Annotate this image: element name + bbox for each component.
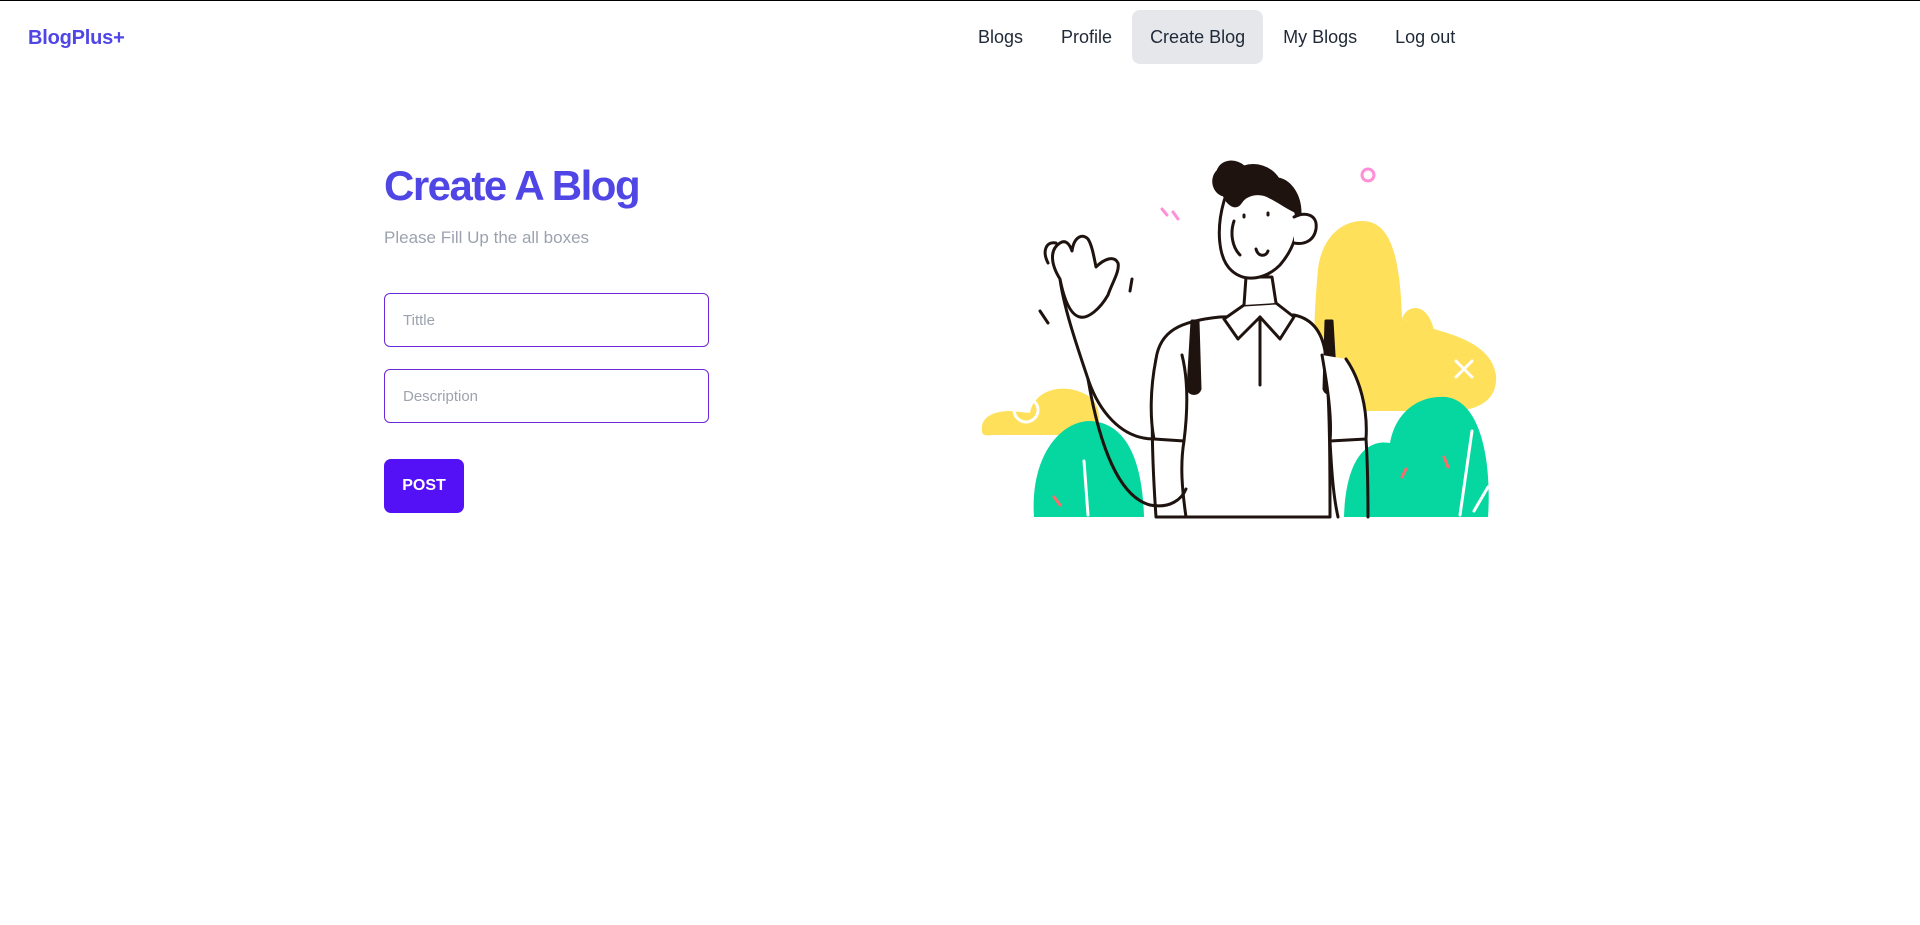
nav-link-log-out[interactable]: Log out [1377,10,1473,64]
create-blog-form: Create A Blog Please Fill Up the all box… [384,161,724,513]
brand-logo[interactable]: BlogPlus+ [28,27,125,50]
bush-shape [1033,421,1144,517]
page-title: Create A Blog [384,162,641,209]
page-subtitle: Please Fill Up the all boxes [384,228,590,247]
post-button[interactable]: POST [384,459,464,513]
nav-link-create-blog[interactable]: Create Blog [1132,10,1264,64]
pink-confetti [1160,207,1180,221]
description-input[interactable] [384,369,709,423]
nav-link-profile[interactable]: Profile [1043,10,1130,64]
nav-link-my-blogs[interactable]: My Blogs [1265,10,1375,64]
nav-links: Blogs Profile Create Blog My Blogs Log o… [960,10,1473,64]
top-navbar: BlogPlus+ Blogs Profile Create Blog My B… [0,1,1920,77]
title-input[interactable] [384,293,709,347]
pink-ring-decoration [1360,167,1376,183]
man-waving-illustration [981,160,1497,519]
nav-link-blogs[interactable]: Blogs [960,10,1041,64]
